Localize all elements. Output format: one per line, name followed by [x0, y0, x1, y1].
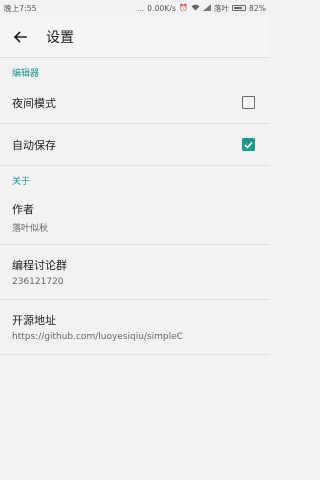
- auto-save-checkbox[interactable]: [242, 138, 255, 151]
- status-bar: 晚上7:55 ... 0.00K/s ⏰ 落叶 82%: [0, 0, 270, 16]
- page-title: 设置: [46, 29, 74, 46]
- alarm-icon: ⏰: [178, 4, 188, 12]
- setting-title: 自动保存: [12, 138, 56, 152]
- wifi-icon: [191, 4, 200, 13]
- carrier-label: 落叶: [213, 3, 230, 13]
- status-time: 晚上7:55: [4, 3, 37, 13]
- night-mode-checkbox[interactable]: [242, 96, 255, 109]
- section-header-editor: 编辑器: [12, 69, 40, 79]
- setting-title: 作者: [12, 202, 34, 216]
- section-header-about: 关于: [12, 177, 31, 187]
- setting-summary: https://github.com/luoyesiqiu/simpleC: [12, 332, 183, 342]
- battery-icon: [232, 5, 247, 11]
- network-speed: 0.00K/s: [147, 3, 176, 13]
- status-dots: ...: [136, 3, 145, 13]
- status-icons: ... 0.00K/s ⏰ 落叶 82%: [137, 3, 266, 14]
- checkmark-icon: [244, 141, 253, 149]
- setting-title: 开源地址: [12, 314, 56, 327]
- setting-summary: 落叶似秋: [12, 223, 49, 234]
- setting-discussion-group[interactable]: 编程讨论群 236121720: [0, 245, 270, 300]
- setting-auto-save[interactable]: 自动保存: [0, 124, 270, 166]
- setting-title: 编程讨论群: [12, 259, 67, 272]
- app-toolbar: 设置: [0, 16, 270, 58]
- signal-icon: [202, 3, 211, 13]
- setting-summary: 236121720: [12, 277, 64, 287]
- back-button[interactable]: [0, 16, 40, 58]
- setting-source-url[interactable]: 开源地址 https://github.com/luoyesiqiu/simpl…: [0, 300, 270, 355]
- battery-percent: 82%: [249, 3, 266, 13]
- setting-night-mode[interactable]: 夜间模式: [0, 82, 270, 124]
- setting-author[interactable]: 作者 落叶似秋: [0, 190, 270, 245]
- arrow-left-icon: [13, 30, 27, 43]
- setting-title: 夜间模式: [12, 96, 56, 110]
